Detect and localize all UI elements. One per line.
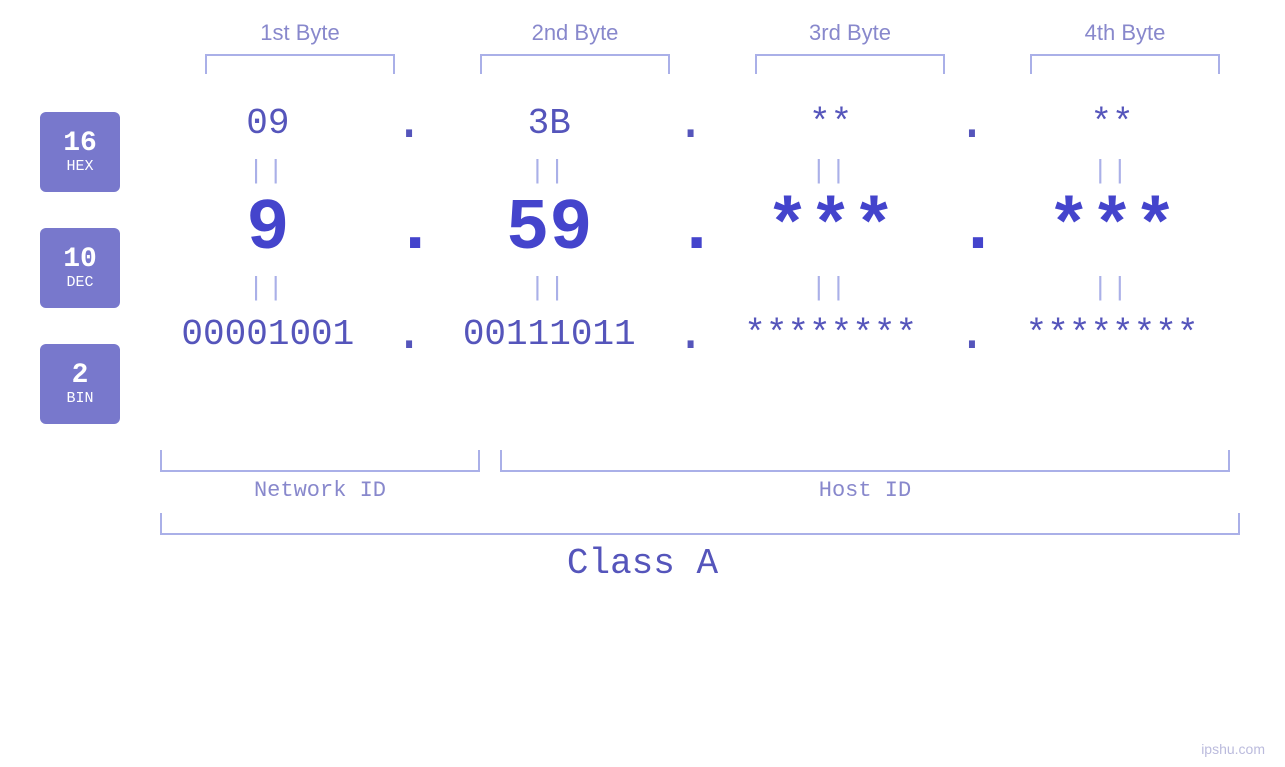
- col-header-1: 1st Byte: [190, 20, 410, 46]
- column-headers: 1st Byte 2nd Byte 3rd Byte 4th Byte: [163, 20, 1263, 46]
- dec-byte-2: 59: [439, 188, 659, 270]
- bin-badge: 2 BIN: [40, 344, 120, 424]
- bottom-section: Network ID Host ID Class A: [0, 450, 1285, 584]
- network-bracket: [160, 450, 480, 472]
- host-bracket: [500, 450, 1230, 472]
- bin-dot-1: .: [394, 305, 424, 364]
- hex-dot-3: .: [956, 94, 986, 153]
- bracket-4: [1030, 54, 1220, 74]
- hex-byte-1: 09: [158, 103, 378, 144]
- bracket-3: [755, 54, 945, 74]
- outer-bracket: [160, 513, 1240, 535]
- hex-badge: 16 HEX: [40, 112, 120, 192]
- dec-dot-3: .: [956, 188, 986, 270]
- sep-1-2: ||: [439, 156, 659, 186]
- sep-1-3: ||: [721, 156, 941, 186]
- dec-byte-4: ***: [1002, 188, 1222, 270]
- hex-dot-2: .: [675, 94, 705, 153]
- sep-2-3: ||: [721, 273, 941, 303]
- bin-byte-3: ********: [721, 314, 941, 355]
- sep-1-1: ||: [158, 156, 378, 186]
- network-id-label: Network ID: [160, 478, 480, 503]
- dec-dot-1: .: [394, 188, 424, 270]
- col-header-2: 2nd Byte: [465, 20, 685, 46]
- hex-byte-3: **: [721, 103, 941, 144]
- bin-dot-2: .: [675, 305, 705, 364]
- top-brackets: [163, 54, 1263, 74]
- id-labels: Network ID Host ID: [160, 478, 1260, 503]
- sep-1-4: ||: [1002, 156, 1222, 186]
- class-label: Class A: [0, 543, 1285, 584]
- bracket-1: [205, 54, 395, 74]
- hex-byte-2: 3B: [439, 103, 659, 144]
- bottom-brackets: [160, 450, 1260, 472]
- watermark: ipshu.com: [1201, 741, 1265, 757]
- hex-dot-1: .: [394, 94, 424, 153]
- sep-2-2: ||: [439, 273, 659, 303]
- hex-row: 09 . 3B . ** . **: [140, 94, 1240, 153]
- bin-num: 2: [72, 362, 89, 390]
- dec-num: 10: [63, 246, 97, 274]
- dec-byte-3: ***: [721, 188, 941, 270]
- dec-row: 9 . 59 . *** . ***: [140, 188, 1240, 270]
- bin-byte-2: 00111011: [439, 314, 659, 355]
- hex-byte-4: **: [1002, 103, 1222, 144]
- bin-dot-3: .: [956, 305, 986, 364]
- bracket-2: [480, 54, 670, 74]
- bin-label: BIN: [66, 390, 93, 407]
- hex-num: 16: [63, 130, 97, 158]
- sep-row-2: || || || ||: [140, 270, 1240, 305]
- dec-byte-1: 9: [158, 188, 378, 270]
- hex-label: HEX: [66, 158, 93, 175]
- col-header-3: 3rd Byte: [740, 20, 960, 46]
- bin-byte-1: 00001001: [158, 314, 378, 355]
- main-container: 1st Byte 2nd Byte 3rd Byte 4th Byte 16 H…: [0, 0, 1285, 767]
- content-area: 16 HEX 10 DEC 2 BIN 09 . 3B . ** . **: [0, 94, 1285, 442]
- col-header-4: 4th Byte: [1015, 20, 1235, 46]
- dec-badge: 10 DEC: [40, 228, 120, 308]
- dec-dot-2: .: [675, 188, 705, 270]
- host-id-label: Host ID: [500, 478, 1230, 503]
- sep-2-4: ||: [1002, 273, 1222, 303]
- sep-row-1: || || || ||: [140, 153, 1240, 188]
- bin-row: 00001001 . 00111011 . ******** . *******…: [140, 305, 1240, 364]
- left-labels: 16 HEX 10 DEC 2 BIN: [0, 94, 140, 442]
- bin-byte-4: ********: [1002, 314, 1222, 355]
- data-grid: 09 . 3B . ** . ** || || || || 9 .: [140, 94, 1285, 442]
- sep-2-1: ||: [158, 273, 378, 303]
- dec-label: DEC: [66, 274, 93, 291]
